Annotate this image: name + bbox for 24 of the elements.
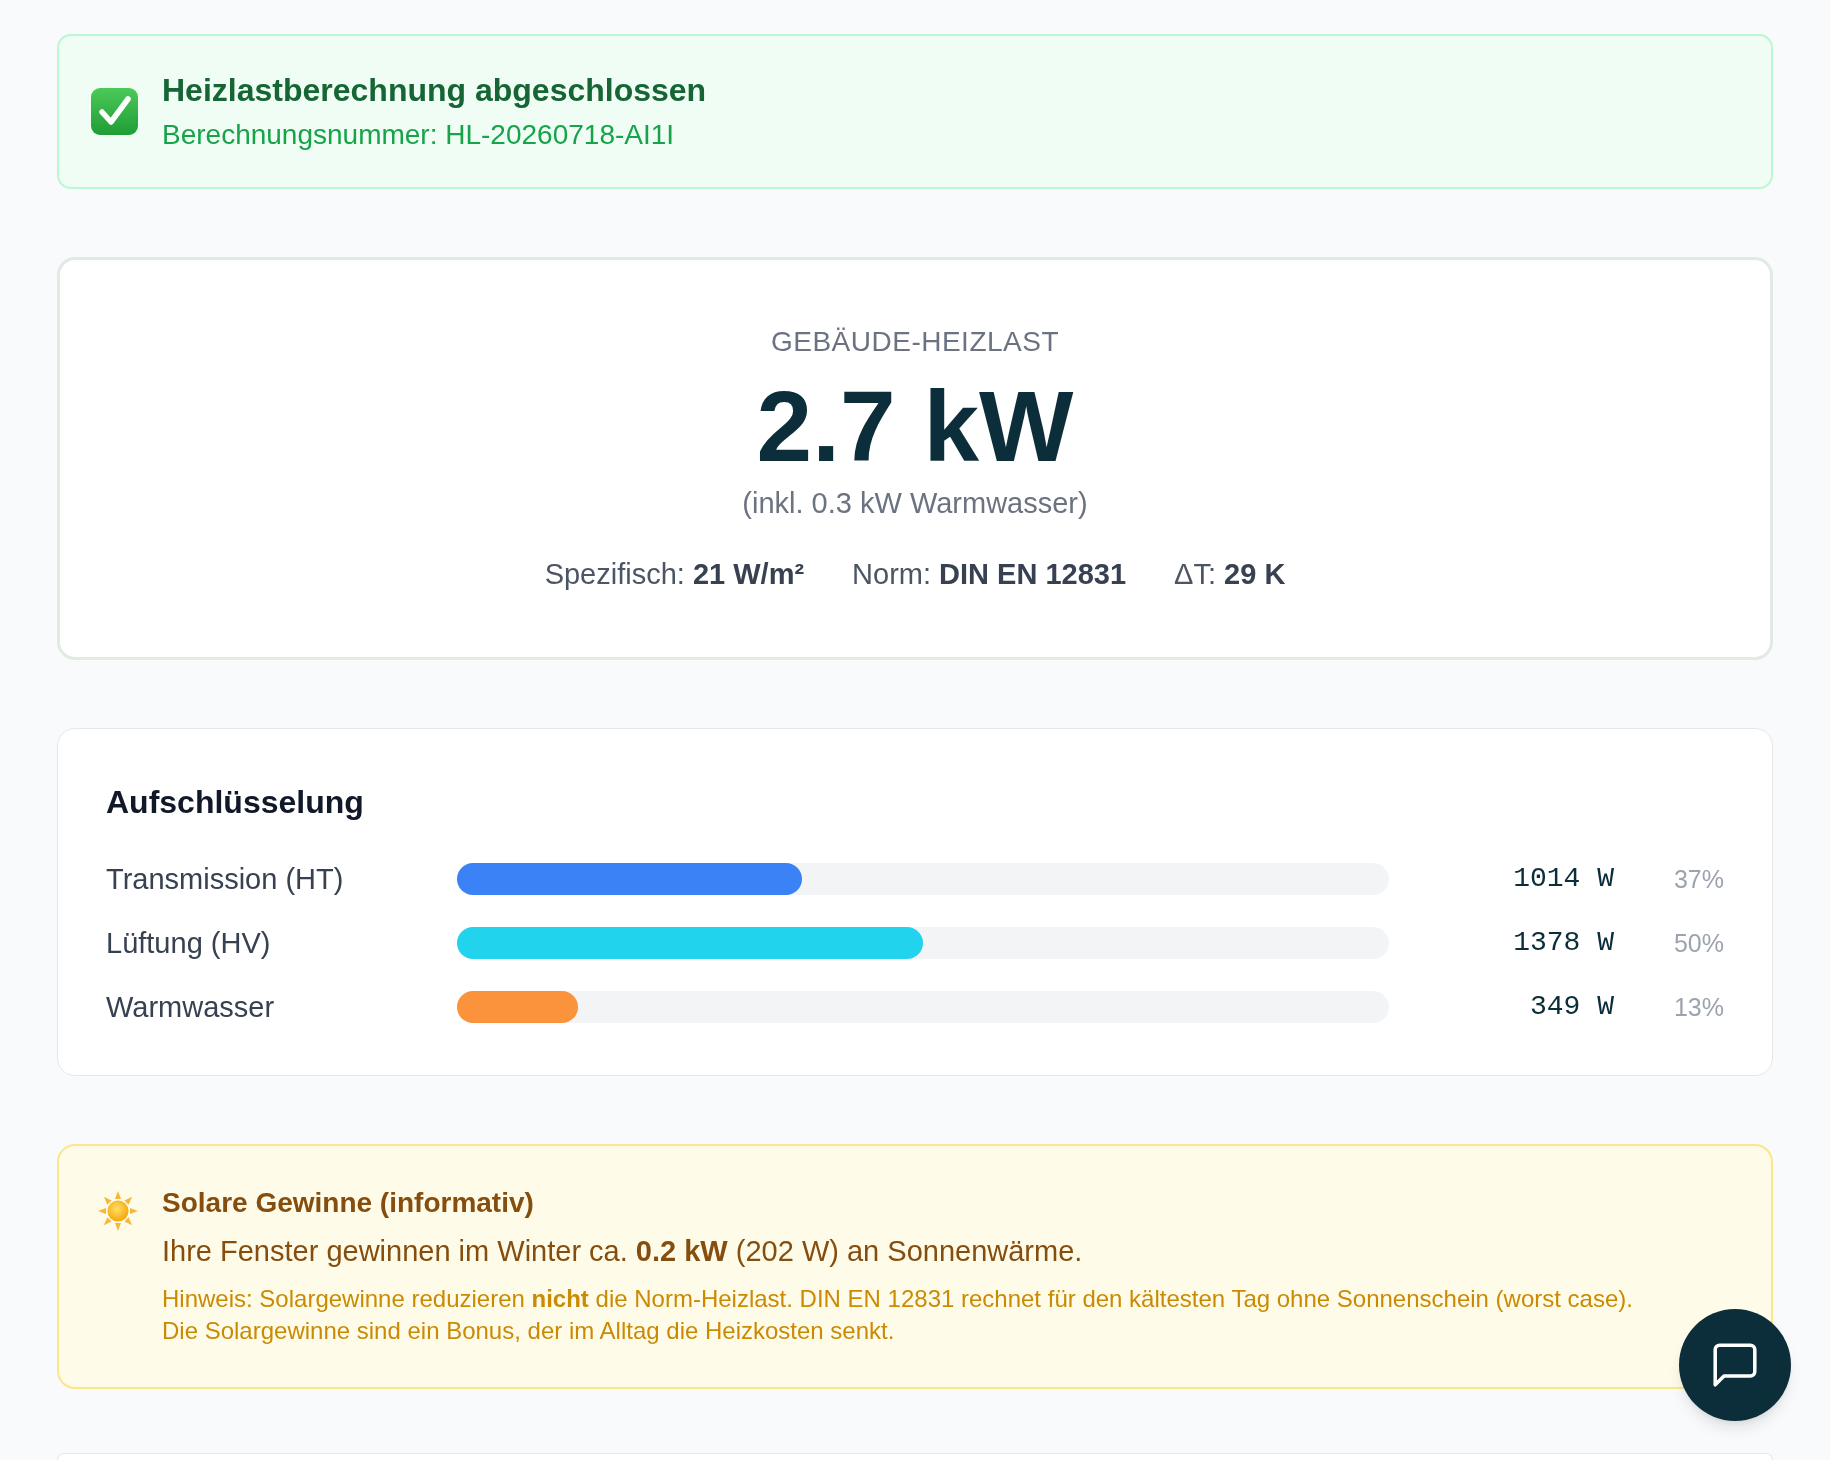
breakdown-share: 50% bbox=[1673, 928, 1724, 959]
breakdown-share: 13% bbox=[1673, 992, 1724, 1023]
stat-text: Norm: DIN EN 12831 bbox=[852, 557, 1127, 592]
solar-text: Ihre Fenster gewinnen im Winter ca. 0.2 kW (202 W) an Sonnenwärme. bbox=[162, 1234, 1083, 1269]
breakdown-share: 37% bbox=[1673, 864, 1724, 895]
sun-icon bbox=[98, 1191, 138, 1231]
solar-note: Hinweis: Solargewinne reduzieren nicht die Norm-Heizlast. DIN EN 12831 rechnet für den kältesten Tag ohne Sonnenschein (worst case). Die Solargewinne sind ein Bonus, der im Alltag die Heizkosten senkt. bbox=[162, 1284, 1634, 1346]
heat-load-value: 2.7 kW bbox=[756, 376, 1074, 476]
stat-text: Spezifisch: 21 W/m² bbox=[544, 557, 805, 592]
chat-icon bbox=[1713, 1343, 1757, 1387]
breakdown-label: Transmission (HT) bbox=[106, 862, 344, 897]
breakdown-title: Aufschlüsselung bbox=[106, 783, 364, 822]
breakdown-watts: 349 W bbox=[1530, 990, 1614, 1024]
breakdown-label: Warmwasser bbox=[106, 990, 275, 1025]
breakdown-watts: 1014 W bbox=[1513, 862, 1614, 896]
summary-label: GEBÄUDE-HEIZLAST bbox=[770, 325, 1060, 359]
banner-title: Heizlastberechnung abgeschlossen bbox=[162, 71, 707, 110]
breakdown-watts: 1378 W bbox=[1513, 926, 1614, 960]
checkmark-icon bbox=[91, 88, 138, 135]
solar-title: Solare Gewinne (informativ) bbox=[162, 1186, 534, 1220]
calculation-number: Berechnungsnummer: HL-20260718-AI1I bbox=[162, 118, 675, 152]
heat-load-note: (inkl. 0.3 kW Warmwasser) bbox=[742, 486, 1088, 521]
stat-text: ΔT: 29 K bbox=[1174, 557, 1286, 592]
breakdown-label: Lüftung (HV) bbox=[106, 926, 271, 961]
